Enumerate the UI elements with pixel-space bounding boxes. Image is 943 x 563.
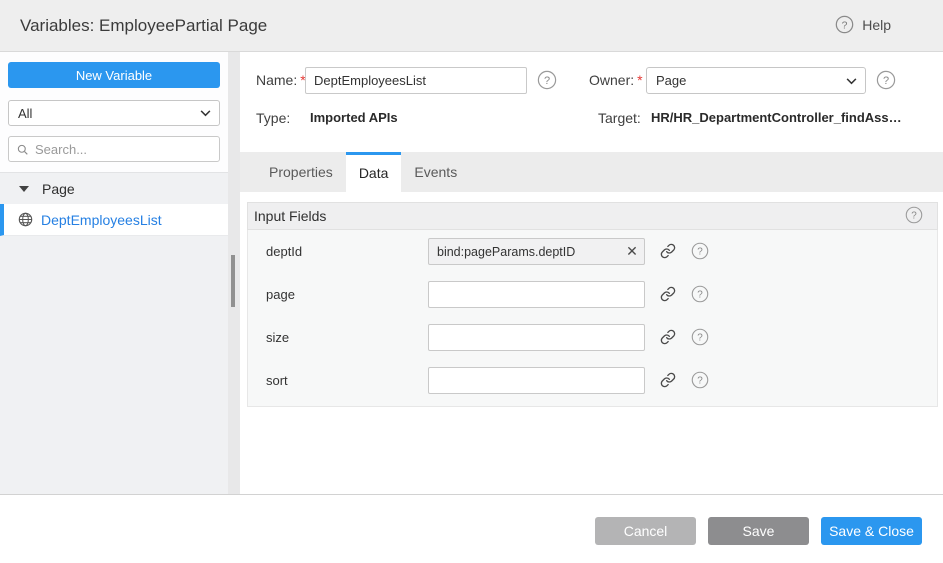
size-input[interactable] bbox=[428, 324, 645, 351]
svg-text:?: ? bbox=[842, 20, 848, 31]
name-help-icon[interactable]: ? bbox=[537, 70, 557, 93]
sidebar-scrollbar bbox=[228, 52, 240, 494]
help-circle-icon: ? bbox=[835, 15, 854, 34]
field-label: size bbox=[266, 324, 289, 351]
type-label: Type: bbox=[256, 110, 290, 126]
tree-group-label: Page bbox=[42, 181, 75, 197]
owner-label: Owner:* bbox=[589, 67, 643, 94]
search-icon bbox=[17, 143, 28, 156]
variable-filter: All bbox=[8, 100, 220, 126]
svg-text:?: ? bbox=[697, 247, 703, 258]
bind-link-icon[interactable] bbox=[660, 329, 676, 348]
owner-field: Page bbox=[646, 67, 866, 94]
svg-text:?: ? bbox=[883, 75, 889, 87]
type-value: Imported APIs bbox=[310, 110, 398, 125]
new-variable-button[interactable]: New Variable bbox=[8, 62, 220, 88]
cancel-button[interactable]: Cancel bbox=[595, 517, 696, 545]
name-label: Name:* bbox=[256, 67, 306, 94]
help-label: Help bbox=[862, 17, 891, 33]
bind-link-icon[interactable] bbox=[660, 286, 676, 305]
field-label: deptId bbox=[266, 238, 302, 265]
required-marker: * bbox=[637, 72, 642, 88]
tree-item-label: DeptEmployeesList bbox=[41, 212, 162, 228]
tree-group-page[interactable]: Page bbox=[0, 173, 228, 204]
input-fields-body: deptId ✕ ? page bbox=[247, 230, 938, 407]
input-row-sort: sort ? bbox=[248, 367, 937, 394]
page-title: Variables: EmployeePartial Page bbox=[20, 0, 267, 51]
input-row-deptid: deptId ✕ ? bbox=[248, 238, 937, 265]
input-fields-panel: Input Fields ? deptId ✕ bbox=[247, 202, 938, 407]
page-input[interactable] bbox=[428, 281, 645, 308]
tab-events[interactable]: Events bbox=[401, 152, 470, 192]
collapse-triangle-icon bbox=[19, 186, 29, 192]
dialog-header: Variables: EmployeePartial Page ? Help bbox=[0, 0, 943, 52]
field-label: page bbox=[266, 281, 295, 308]
svg-text:?: ? bbox=[911, 210, 917, 221]
field-help-icon[interactable]: ? bbox=[691, 285, 709, 306]
save-close-button[interactable]: Save & Close bbox=[821, 517, 922, 545]
clear-binding-icon[interactable]: ✕ bbox=[621, 238, 643, 265]
variable-filter-select[interactable]: All bbox=[8, 100, 220, 126]
owner-help-icon[interactable]: ? bbox=[876, 70, 896, 93]
search-input[interactable] bbox=[35, 142, 211, 157]
target-value: HR/HR_DepartmentController_findAss… bbox=[651, 110, 902, 125]
field-help-icon[interactable]: ? bbox=[691, 242, 709, 263]
deptid-input[interactable] bbox=[428, 238, 645, 265]
input-fields-header: Input Fields ? bbox=[247, 202, 938, 230]
field-label: sort bbox=[266, 367, 288, 394]
owner-select[interactable]: Page bbox=[646, 67, 866, 94]
sort-input[interactable] bbox=[428, 367, 645, 394]
bind-link-icon[interactable] bbox=[660, 243, 676, 262]
tab-bar: Properties Data Events bbox=[240, 152, 943, 192]
input-fields-help-icon[interactable]: ? bbox=[905, 206, 923, 227]
variable-detail-panel: Name:* ? Owner:* Page ? Type: Imported A… bbox=[240, 52, 943, 494]
variables-sidebar: New Variable All Page DeptE bbox=[0, 52, 228, 494]
variables-tree: Page DeptEmployeesList bbox=[0, 172, 228, 494]
field-help-icon[interactable]: ? bbox=[691, 328, 709, 349]
name-input[interactable] bbox=[305, 67, 527, 94]
bind-link-icon[interactable] bbox=[660, 372, 676, 391]
tree-item-deptemployeeslist[interactable]: DeptEmployeesList bbox=[0, 204, 228, 236]
svg-text:?: ? bbox=[697, 290, 703, 301]
field-help-icon[interactable]: ? bbox=[691, 371, 709, 392]
input-fields-title: Input Fields bbox=[254, 208, 326, 224]
save-button[interactable]: Save bbox=[708, 517, 809, 545]
globe-icon bbox=[18, 212, 33, 227]
search-box bbox=[8, 136, 220, 162]
input-row-size: size ? bbox=[248, 324, 937, 351]
tab-data[interactable]: Data bbox=[346, 152, 402, 192]
tab-properties[interactable]: Properties bbox=[256, 152, 346, 192]
svg-text:?: ? bbox=[697, 333, 703, 344]
input-row-page: page ? bbox=[248, 281, 937, 308]
help-button[interactable]: ? Help bbox=[835, 15, 891, 34]
scrollbar-thumb[interactable] bbox=[231, 255, 235, 307]
svg-text:?: ? bbox=[544, 75, 550, 87]
dialog-footer: Cancel Save Save & Close bbox=[0, 494, 943, 563]
target-label: Target: bbox=[598, 110, 641, 126]
svg-text:?: ? bbox=[697, 376, 703, 387]
